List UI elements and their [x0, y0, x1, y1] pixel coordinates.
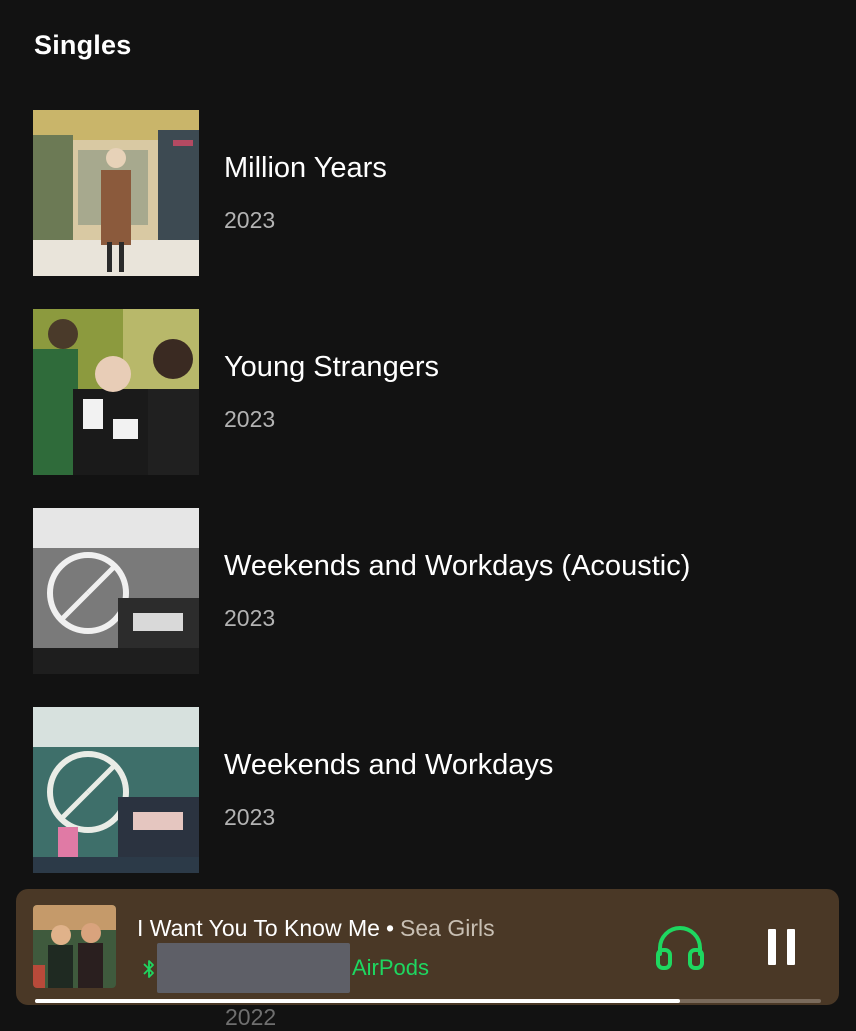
now-playing-bar[interactable]: I Want You To Know Me • Sea Girls AirPods [16, 889, 839, 1005]
singles-list: Million Years 2023 Young Strangers 2023 [0, 0, 856, 1030]
headphones-icon [654, 926, 706, 978]
artist-name: Sea Girls [400, 915, 495, 941]
now-playing-album-art[interactable] [33, 905, 116, 988]
single-item-weekends-acoustic[interactable]: Weekends and Workdays (Acoustic) 2023 [33, 508, 823, 674]
progress-fill [35, 999, 680, 1003]
pause-button[interactable] [762, 926, 802, 968]
single-year: 2023 [224, 804, 276, 830]
device-name: AirPods [352, 955, 430, 980]
separator-dot: • [385, 915, 394, 941]
single-year: 2023 [224, 605, 276, 631]
single-year: 2023 [224, 406, 276, 432]
track-title: I Want You To Know Me [137, 915, 380, 941]
redacted-block [157, 943, 350, 993]
album-cover[interactable] [33, 309, 199, 475]
single-title: Weekends and Workdays [224, 749, 554, 781]
single-item-million-years[interactable]: Million Years 2023 [33, 110, 823, 276]
single-item-young-strangers[interactable]: Young Strangers 2023 [33, 309, 823, 475]
device-line[interactable]: AirPods [143, 943, 463, 993]
single-title: Million Years [224, 152, 387, 184]
album-cover[interactable] [33, 707, 199, 873]
connect-device-button[interactable] [654, 922, 706, 974]
pause-icon [762, 929, 802, 972]
album-cover[interactable] [33, 110, 199, 276]
playback-progress[interactable] [35, 999, 821, 1003]
album-cover[interactable] [33, 508, 199, 674]
single-item-weekends[interactable]: Weekends and Workdays 2023 [33, 707, 823, 873]
single-title: Young Strangers [224, 351, 439, 383]
single-year: 2023 [224, 207, 276, 233]
single-title: Weekends and Workdays (Acoustic) [224, 550, 691, 582]
bluetooth-icon [143, 959, 155, 984]
single-year: 2022 [225, 1004, 277, 1030]
now-playing-title-line[interactable]: I Want You To Know Me • Sea Girls [137, 915, 495, 942]
